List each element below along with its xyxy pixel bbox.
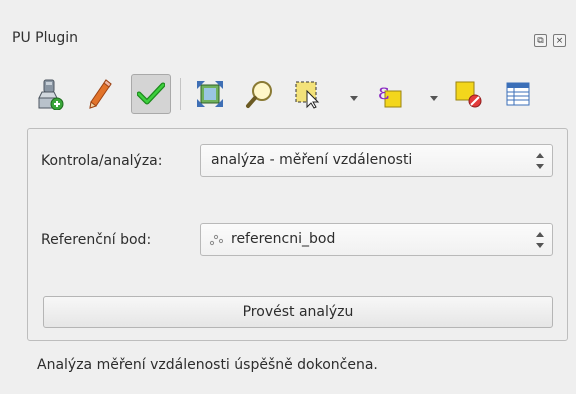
expression-dropdown-arrow[interactable] — [430, 96, 438, 101]
window-title: PU Plugin — [12, 30, 78, 46]
edit-button[interactable] — [80, 74, 120, 114]
combo-arrows-icon — [536, 232, 544, 248]
status-message: Analýza měření vzdálenosti úspěšně dokon… — [37, 357, 378, 373]
import-layer-button[interactable] — [30, 74, 70, 114]
zoom-search-button[interactable] — [240, 74, 280, 114]
pencil-icon — [89, 79, 112, 109]
deselect-button[interactable] — [448, 74, 488, 114]
reference-point-value: referencni_bod — [231, 231, 336, 247]
analysis-group: Kontrola/analýza: analýza - měření vzdál… — [27, 128, 568, 341]
reference-point-select[interactable]: referencni_bod — [200, 223, 553, 256]
window-controls: ⧉ × — [534, 34, 566, 47]
check-type-label: Kontrola/analýza: — [41, 153, 163, 169]
check-button[interactable] — [131, 74, 171, 114]
svg-text:ε: ε — [378, 80, 389, 105]
check-type-select[interactable]: analýza - měření vzdálenosti — [200, 144, 553, 177]
zoom-search-icon — [246, 81, 272, 108]
close-button[interactable]: × — [553, 34, 566, 47]
expression-select-button[interactable]: ε — [370, 74, 410, 114]
select-feature-button[interactable] — [288, 74, 328, 114]
zoom-full-button[interactable] — [190, 74, 230, 114]
zoom-full-icon — [197, 81, 223, 107]
select-dropdown-arrow[interactable] — [350, 96, 358, 101]
check-icon — [137, 82, 165, 105]
check-type-value: analýza - měření vzdálenosti — [211, 152, 413, 168]
attribute-table-button[interactable] — [498, 74, 538, 114]
point-layer-icon — [209, 234, 223, 246]
toolbar-separator — [180, 78, 181, 110]
combo-arrows-icon — [536, 153, 544, 169]
float-button[interactable]: ⧉ — [534, 34, 547, 47]
reference-point-label: Referenční bod: — [41, 232, 152, 248]
expression-icon: ε — [378, 80, 402, 108]
dock-titlebar: PU Plugin ⧉ × — [0, 14, 576, 54]
import-layer-icon — [38, 79, 64, 110]
attribute-table-icon — [506, 82, 530, 106]
deselect-icon — [455, 81, 482, 108]
select-feature-icon — [295, 81, 320, 109]
plugin-dock-panel: PU Plugin ⧉ × ε Kontrola/analýza: analýz… — [0, 0, 576, 394]
run-analysis-button[interactable]: Provést analýzu — [43, 296, 553, 328]
